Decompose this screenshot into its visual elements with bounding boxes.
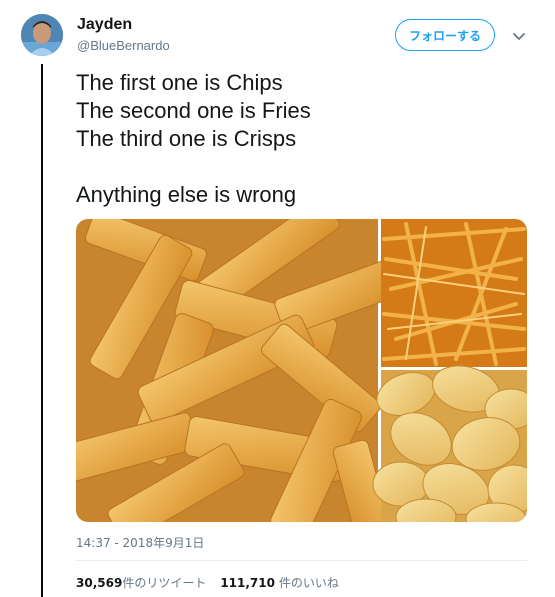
tweet-line: The second one is Fries xyxy=(76,98,311,123)
retweet-label: 件のリツイート xyxy=(122,576,207,590)
retweet-count: 30,569 xyxy=(76,576,123,590)
tweet-line: Anything else is wrong xyxy=(76,182,297,207)
like-stat[interactable]: 111,710 件のいいね xyxy=(220,576,339,590)
tweet-line: The third one is Crisps xyxy=(76,126,297,151)
follow-button[interactable]: フォローする xyxy=(395,19,495,51)
tweet-stats: 30,569件のリツイート 111,710 件のいいね xyxy=(76,574,339,591)
tweet-line: The first one is Chips xyxy=(76,70,283,95)
chevron-down-icon[interactable] xyxy=(511,28,527,44)
user-handle[interactable]: @BlueBernardo xyxy=(77,38,170,53)
tweet-timestamp[interactable]: 14:37 - 2018年9月1日 xyxy=(76,534,204,551)
display-name[interactable]: Jayden xyxy=(77,16,132,34)
crisps-photo[interactable] xyxy=(371,359,527,522)
thread-line xyxy=(41,64,43,597)
media-grid[interactable] xyxy=(76,219,527,522)
divider xyxy=(76,560,527,561)
follow-button-label: フォローする xyxy=(408,28,481,43)
tweet-text: The first one is Chips The second one is… xyxy=(76,69,311,209)
retweet-stat[interactable]: 30,569件のリツイート xyxy=(76,576,206,590)
fries-photo[interactable] xyxy=(381,219,527,367)
chips-photo[interactable] xyxy=(76,219,399,522)
like-label: 件のいいね xyxy=(278,576,339,590)
avatar-image xyxy=(21,14,63,56)
like-count: 111,710 xyxy=(220,576,275,590)
avatar[interactable] xyxy=(21,14,63,56)
